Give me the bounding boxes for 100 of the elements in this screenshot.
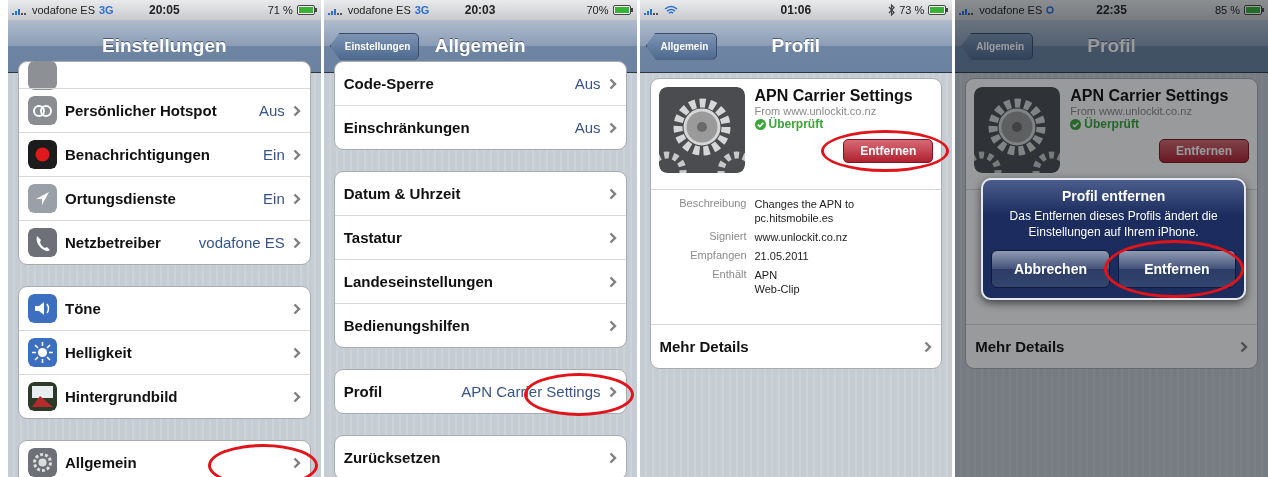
settings-row[interactable]: Code-Sperre Aus	[334, 62, 626, 105]
battery-icon	[296, 5, 317, 15]
chevron-icon	[608, 451, 617, 464]
settings-row[interactable]: Töne	[19, 287, 310, 330]
battery-percent: 73 %	[899, 4, 925, 16]
row-label: Zurücksetzen	[343, 449, 442, 466]
row-value: Aus	[574, 75, 601, 92]
settings-row[interactable]: Tastatur	[334, 216, 626, 259]
detail-label: Empfangen	[689, 249, 747, 263]
phone-icon	[28, 228, 57, 257]
settings-row[interactable]: Zurücksetzen	[334, 436, 626, 477]
chevron-icon	[292, 346, 301, 359]
detail-label: Beschreibung	[678, 197, 747, 211]
picture-icon	[28, 382, 57, 411]
profile-source: From www.unlockit.co.nz	[1070, 105, 1193, 117]
sun-icon	[28, 338, 57, 367]
verified-label: Überprüft	[1084, 117, 1139, 131]
remove-button[interactable]: Entfernen	[843, 139, 934, 163]
detail-value: www.unlockit.co.nz	[754, 230, 849, 244]
chevron-icon	[292, 390, 301, 403]
speaker-icon	[28, 294, 57, 323]
back-button[interactable]: Einstellungen	[329, 32, 420, 60]
chevron-icon	[292, 302, 301, 315]
settings-row[interactable]: Allgemein	[19, 441, 310, 477]
chevron-icon	[1240, 340, 1248, 353]
settings-row[interactable]: Persönlicher Hotspot Aus	[19, 89, 310, 132]
alert-button[interactable]: Abbrechen	[991, 250, 1110, 288]
settings-row[interactable]: Landeseinstellungen	[334, 260, 626, 303]
chevron-icon	[608, 385, 617, 398]
chevron-icon	[608, 187, 617, 200]
more-details-row[interactable]: Mehr Details	[650, 325, 942, 368]
alert-message: Das Entfernen dieses Profils ändert die Einstellungen auf Ihrem iPhone.	[1008, 208, 1219, 240]
battery-percent: 85 %	[1214, 4, 1240, 16]
chevron-icon	[608, 231, 617, 244]
settings-row[interactable]: Datum & Uhrzeit	[334, 172, 626, 215]
nav-title: Allgemein	[434, 35, 526, 57]
battery-icon	[1244, 5, 1264, 15]
detail-value: Changes the APN to pc.hitsmobile.es	[754, 197, 856, 225]
nav-title: Profil	[771, 35, 821, 57]
check-icon	[754, 118, 766, 130]
gear-icon	[658, 87, 745, 173]
row-label: Profil	[343, 383, 384, 400]
check-icon	[1070, 118, 1082, 130]
profile-name: APN Carrier Settings	[754, 87, 914, 105]
carrier-name: vodafone ES	[32, 4, 95, 16]
row-label: Helligkeit	[65, 344, 133, 361]
settings-row[interactable]: Ortungsdienste Ein	[19, 177, 310, 220]
settings-row[interactable]: Helligkeit	[19, 331, 310, 374]
carrier-name: vodafone ES	[979, 4, 1043, 16]
settings-row[interactable]: Bedienungshilfen	[334, 304, 626, 347]
row-label: Mehr Details	[659, 338, 750, 355]
detail-value: 21.05.2011	[754, 249, 810, 263]
row-value: Ein	[263, 146, 285, 163]
row-label: Ortungsdienste	[65, 190, 177, 207]
chevron-icon	[292, 456, 301, 469]
chevron-icon	[292, 148, 301, 161]
row-label: Landeseinstellungen	[343, 273, 494, 290]
battery-percent: 70%	[586, 4, 609, 16]
row-value: Aus	[258, 102, 285, 119]
alert-title: Profil entfernen	[1061, 188, 1166, 204]
nav-title: Profil	[1087, 35, 1136, 57]
battery-icon	[928, 5, 949, 15]
row-label: Persönlicher Hotspot	[65, 102, 218, 119]
back-button[interactable]: Allgemein	[645, 32, 718, 60]
chevron-icon	[608, 121, 617, 134]
row-value: vodafone ES	[198, 234, 285, 251]
chevron-icon	[608, 275, 617, 288]
settings-row[interactable]: Hintergrundbild	[19, 375, 310, 418]
settings-row[interactable]: Einschränkungen Aus	[334, 106, 626, 149]
chevron-icon	[292, 236, 301, 249]
chevron-icon	[608, 319, 617, 332]
row-value: Ein	[263, 190, 285, 207]
row-label: Töne	[65, 300, 102, 317]
detail-label: Signiert	[708, 230, 747, 244]
chevron-icon	[608, 77, 617, 90]
link-icon	[28, 96, 57, 125]
row-label: Hintergrundbild	[65, 388, 179, 405]
battery-icon	[612, 5, 633, 15]
row-value: Aus	[574, 119, 601, 136]
clock-time: 20:03	[464, 3, 496, 17]
chevron-icon	[292, 192, 301, 205]
row-label: Mehr Details	[975, 338, 1066, 355]
chevron-icon	[924, 340, 933, 353]
row-label: Tastatur	[343, 229, 403, 246]
row-label: Bedienungshilfen	[343, 317, 471, 334]
alert-button[interactable]: Entfernen	[1117, 250, 1236, 288]
battery-percent: 71 %	[267, 4, 293, 16]
verified-label: Überprüft	[768, 117, 824, 131]
more-details-row[interactable]: Mehr Details	[966, 325, 1257, 368]
network-type: 3G	[414, 4, 430, 16]
clock-time: 20:05	[149, 3, 180, 17]
row-label: Netzbetreiber	[65, 234, 162, 251]
network-type: 3G	[99, 4, 114, 16]
nav-title: Einstellungen	[102, 35, 227, 57]
carrier-name: vodafone ES	[347, 4, 411, 16]
settings-row[interactable]: Benachrichtigungen Ein	[19, 133, 310, 176]
row-label: Datum & Uhrzeit	[343, 185, 462, 202]
profile-name: APN Carrier Settings	[1070, 87, 1230, 105]
settings-row[interactable]: Netzbetreiber vodafone ES	[19, 221, 310, 264]
row-label: Allgemein	[65, 454, 138, 471]
